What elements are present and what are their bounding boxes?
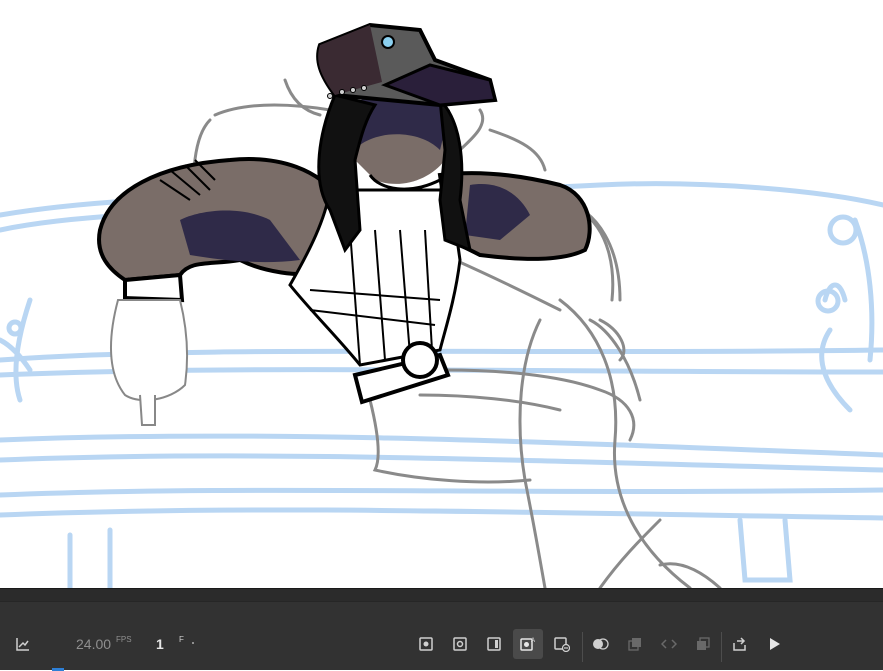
edit-multiple-frames-icon[interactable] bbox=[620, 629, 650, 659]
onion-skin-icon[interactable] bbox=[586, 629, 616, 659]
loop-icon[interactable] bbox=[654, 629, 684, 659]
toolbar-separator bbox=[582, 632, 583, 662]
svg-text:A: A bbox=[531, 638, 535, 644]
artwork-svg bbox=[0, 22, 883, 588]
drawing-canvas[interactable] bbox=[0, 0, 883, 588]
toolbar-separator bbox=[721, 632, 722, 662]
go-to-next-icon[interactable] bbox=[725, 629, 755, 659]
auto-keyframe-icon[interactable]: A bbox=[513, 629, 543, 659]
graph-icon[interactable] bbox=[8, 629, 38, 659]
frame-dot bbox=[192, 642, 194, 644]
fps-value[interactable]: 24.00 bbox=[76, 636, 111, 652]
character-ink bbox=[97, 22, 592, 426]
onion-outline-icon[interactable] bbox=[688, 629, 718, 659]
insert-blank-keyframe-icon[interactable] bbox=[445, 629, 475, 659]
frame-unit-label: F bbox=[179, 635, 184, 644]
timeline-toolbar: 24.00 FPS 1 F A bbox=[0, 601, 883, 671]
current-frame-value[interactable]: 1 bbox=[156, 636, 164, 652]
panel-divider[interactable] bbox=[0, 588, 883, 601]
play-icon[interactable] bbox=[759, 629, 789, 659]
remove-frame-icon[interactable] bbox=[547, 629, 577, 659]
insert-keyframe-icon[interactable] bbox=[411, 629, 441, 659]
fps-unit-label: FPS bbox=[116, 635, 132, 644]
insert-frame-icon[interactable] bbox=[479, 629, 509, 659]
